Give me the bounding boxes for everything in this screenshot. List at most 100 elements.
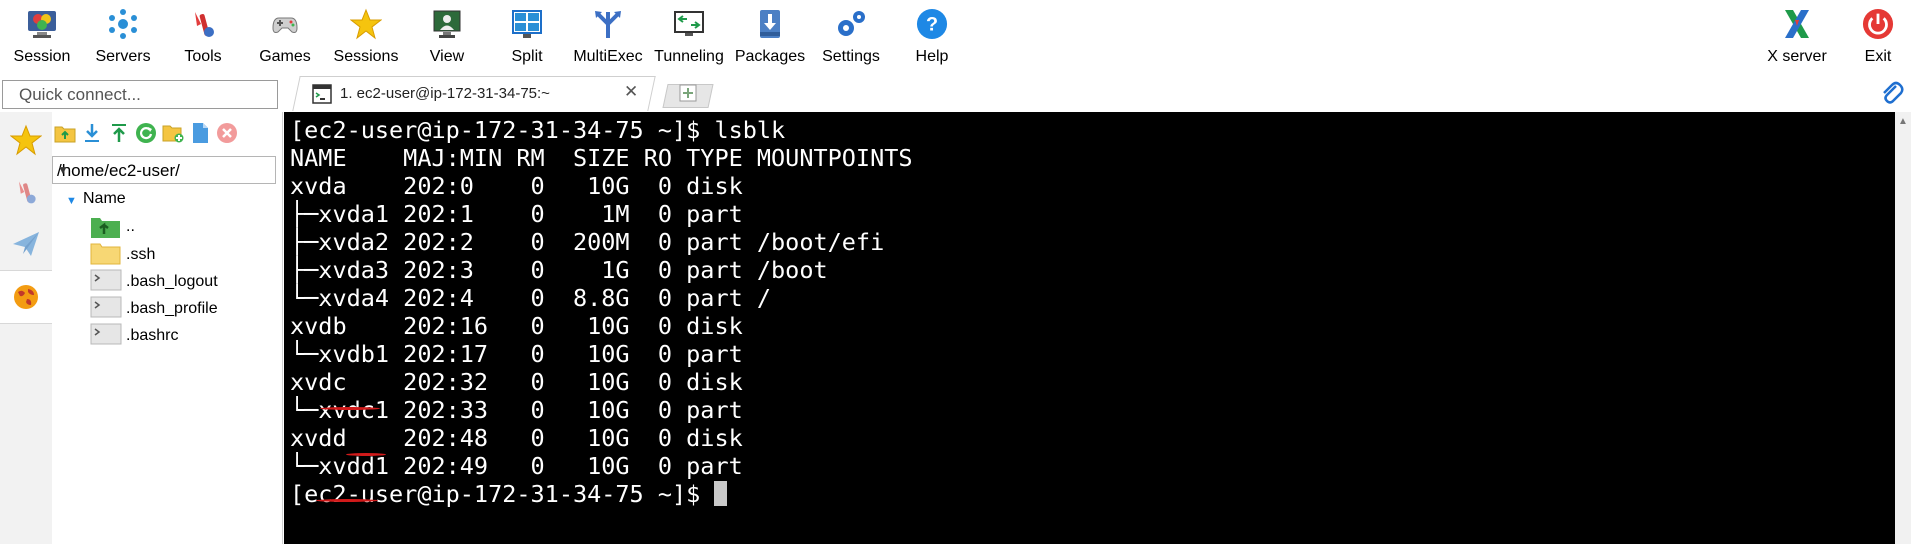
terminal-line: xvdc 202:32 0 10G 0 disk	[290, 368, 743, 396]
x-server-button[interactable]: X server	[1759, 4, 1835, 70]
delete-icon	[217, 123, 237, 143]
tools-button[interactable]: Tools	[165, 4, 241, 70]
packages-icon	[754, 6, 786, 42]
terminal-line: xvdb 202:16 0 10G 0 disk	[290, 312, 743, 340]
file-row[interactable]: .bashrc	[90, 321, 280, 349]
file-row[interactable]: .ssh	[90, 240, 280, 268]
annotation-underline	[316, 499, 378, 502]
power-icon	[1862, 6, 1894, 42]
session-tab[interactable]: 1. ec2-user@ip-172-31-34-75:~ ✕	[306, 78, 646, 110]
sessions-button[interactable]: Sessions	[328, 4, 404, 70]
download-button[interactable]	[79, 120, 105, 146]
sidetab-sessions[interactable]	[0, 114, 52, 166]
refresh-icon	[136, 123, 156, 143]
parent-folder-icon	[91, 218, 120, 238]
new-folder-icon	[162, 125, 184, 143]
terminal-line: [ec2-user@ip-172-31-34-75 ~]$ lsblk	[290, 116, 786, 144]
delete-button[interactable]	[214, 120, 240, 146]
file-name: ..	[126, 218, 135, 235]
sidetab-macros[interactable]	[0, 218, 52, 270]
terminal-line: ├─xvda1 202:1 0 1M 0 part	[290, 200, 743, 228]
terminal-line: └─xvda4 202:4 0 8.8G 0 part /	[290, 284, 772, 312]
terminal-line: ├─xvda2 202:2 0 200M 0 part /boot/efi	[290, 228, 885, 256]
terminal-file-icon	[90, 269, 122, 291]
terminal-line: xvda 202:0 0 10G 0 disk	[290, 172, 743, 200]
svg-text:?: ?	[926, 14, 938, 36]
terminal-pane[interactable]: [ec2-user@ip-172-31-34-75 ~]$ lsblk NAME…	[284, 112, 1895, 544]
star-icon	[10, 124, 42, 156]
parent-dir-button[interactable]	[52, 120, 78, 146]
terminal-line: └─xvdb1 202:17 0 10G 0 part	[290, 340, 743, 368]
view-button[interactable]: View	[409, 4, 485, 70]
paperclip-icon	[1883, 81, 1904, 104]
globe-icon	[14, 285, 38, 309]
terminal-file-icon	[90, 323, 122, 345]
session-icon	[26, 6, 58, 42]
upload-button[interactable]	[106, 120, 132, 146]
session-tab-label: 1. ec2-user@ip-172-31-34-75:~	[340, 85, 550, 102]
tools-icon	[19, 181, 36, 204]
scroll-up-icon[interactable]: ▲	[1898, 116, 1908, 127]
new-file-icon	[193, 123, 208, 143]
tools-icon	[187, 6, 219, 42]
path-dropdown[interactable]: /home/ec2-user/ ▼	[52, 156, 276, 184]
quick-connect-box	[2, 80, 278, 109]
download-icon	[85, 124, 99, 142]
new-tab-button[interactable]	[676, 82, 700, 106]
terminal-line: └─xvdc1 202:33 0 10G 0 part	[290, 396, 743, 424]
file-name: .bash_profile	[126, 300, 218, 317]
packages-button[interactable]: Packages	[732, 4, 808, 70]
multiexec-icon	[592, 6, 624, 42]
annotation-underline	[320, 407, 380, 410]
file-name: .bash_logout	[126, 273, 218, 290]
games-button[interactable]: Games	[247, 4, 323, 70]
tunneling-icon	[673, 6, 705, 42]
toolbar-label: Exit	[1864, 48, 1892, 65]
split-button[interactable]: Split	[489, 4, 565, 70]
file-name: .bashrc	[126, 327, 179, 344]
quick-connect-input[interactable]	[17, 81, 271, 109]
new-folder-button[interactable]	[160, 120, 186, 146]
terminal-prompt: [ec2-user@ip-172-31-34-75 ~]$	[290, 480, 715, 508]
file-name: .ssh	[126, 246, 156, 263]
servers-icon	[107, 6, 139, 42]
gears-icon	[835, 6, 867, 42]
split-icon	[511, 6, 543, 42]
help-button[interactable]: ? Help	[894, 4, 970, 70]
name-column-header[interactable]: Name	[83, 190, 126, 208]
new-file-button[interactable]	[187, 120, 213, 146]
upload-icon	[112, 124, 126, 142]
sidetab-sftp[interactable]	[0, 270, 52, 324]
main-toolbar: Session Servers Tools Games Sessions Vie…	[0, 0, 1911, 74]
settings-button[interactable]: Settings	[813, 4, 889, 70]
close-icon[interactable]: ✕	[624, 82, 638, 102]
side-tabs	[0, 112, 53, 544]
annotation-underline	[346, 453, 386, 456]
file-row[interactable]: ..	[90, 214, 280, 242]
terminal-line: xvdd 202:48 0 10G 0 disk	[290, 424, 743, 452]
terminal-icon	[312, 84, 332, 104]
star-icon	[350, 6, 382, 42]
sidetab-tools[interactable]	[0, 166, 52, 218]
paper-plane-icon	[13, 232, 39, 256]
terminal-line: NAME MAJ:MIN RM SIZE RO TYPE MOUNTPOINTS	[290, 144, 913, 172]
servers-button[interactable]: Servers	[85, 4, 161, 70]
help-icon: ?	[916, 6, 948, 42]
toolbar-label: Help	[915, 48, 949, 65]
folder-up-icon	[54, 126, 76, 143]
gamepad-icon	[269, 6, 301, 42]
x-server-icon	[1781, 6, 1813, 42]
tunneling-button[interactable]: Tunneling	[651, 4, 727, 70]
terminal-scrollbar[interactable]: ▲	[1895, 112, 1911, 544]
multiexec-button[interactable]: MultiExec	[570, 4, 646, 70]
file-row[interactable]: .bash_profile	[90, 294, 280, 322]
terminal-line: ├─xvda3 202:3 0 1G 0 part /boot	[290, 256, 828, 284]
terminal-cursor	[714, 481, 728, 506]
attachment-button[interactable]	[1880, 80, 1904, 111]
session-button[interactable]: Session	[4, 4, 80, 70]
exit-button[interactable]: Exit	[1840, 4, 1911, 70]
refresh-button[interactable]	[133, 120, 159, 146]
file-row[interactable]: .bash_logout	[90, 267, 280, 295]
sftp-file-panel: /home/ec2-user/ ▼ ▼ Name .. .ssh .bash_l…	[52, 112, 283, 544]
terminal-file-icon	[90, 296, 122, 318]
